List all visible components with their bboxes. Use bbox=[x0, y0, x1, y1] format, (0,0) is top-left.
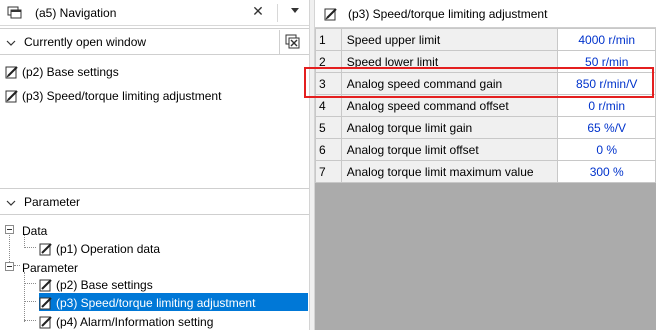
chevron-down-icon bbox=[6, 200, 16, 206]
parameter-name: Analog speed command offset bbox=[340, 94, 559, 117]
parameter-value-cell[interactable]: 0 % bbox=[557, 138, 656, 161]
pencil-page-icon bbox=[324, 7, 338, 21]
table-row: 4 Analog speed command offset 0 r/min bbox=[315, 94, 656, 117]
parameter-value-cell[interactable]: 65 %/V bbox=[557, 116, 656, 139]
chevron-down-icon[interactable] bbox=[291, 8, 299, 13]
tree-node-parameter[interactable]: Parameter bbox=[22, 258, 78, 276]
parameter-section-label: Parameter bbox=[24, 195, 81, 209]
row-number: 2 bbox=[315, 50, 342, 73]
pencil-page-icon bbox=[39, 296, 53, 310]
row-number: 5 bbox=[315, 116, 342, 139]
pencil-page-icon bbox=[39, 315, 53, 329]
parameter-value-cell[interactable]: 300 % bbox=[557, 160, 656, 183]
tree-item-p2-base-settings[interactable]: (p2) Base settings bbox=[39, 275, 155, 293]
tree-item-p3-speed-torque-limiting[interactable]: (p3) Speed/torque limiting adjustment bbox=[39, 293, 308, 311]
open-window-section-header[interactable]: Currently open window bbox=[0, 28, 309, 55]
open-window-item-p2[interactable]: (p2) Base settings bbox=[5, 64, 119, 82]
tree-item-label: (p4) Alarm/Information setting bbox=[56, 314, 214, 329]
parameter-value-cell[interactable]: 50 r/min bbox=[557, 50, 656, 73]
row-number: 1 bbox=[315, 28, 342, 51]
parameter-section-header[interactable]: Parameter bbox=[0, 188, 309, 215]
tree-item-p1-operation-data[interactable]: (p1) Operation data bbox=[39, 239, 162, 257]
tree-item-label: (p1) Operation data bbox=[56, 241, 161, 256]
chevron-down-icon bbox=[6, 40, 16, 46]
parameter-table: 1 Speed upper limit 4000 r/min 2 Speed l… bbox=[315, 28, 656, 183]
open-window-item-p3[interactable]: (p3) Speed/torque limiting adjustment bbox=[5, 88, 221, 106]
parameter-value-cell[interactable]: 0 r/min bbox=[557, 94, 656, 117]
tree-connector bbox=[24, 247, 36, 248]
close-icon[interactable]: ✕ bbox=[251, 3, 265, 20]
table-row: 7 Analog torque limit maximum value 300 … bbox=[315, 160, 656, 183]
parameter-name: Speed lower limit bbox=[340, 50, 559, 73]
parameter-value-cell[interactable]: 4000 r/min bbox=[557, 28, 656, 51]
tree-node-label: Parameter bbox=[22, 260, 79, 275]
table-row: 3 Analog speed command gain 850 r/min/V bbox=[315, 72, 656, 95]
open-window-item-label: (p2) Base settings bbox=[22, 64, 119, 79]
pencil-page-icon bbox=[5, 89, 19, 103]
navigation-pane: (a5) Navigation ✕ Currently open window … bbox=[0, 0, 309, 330]
pencil-page-icon bbox=[39, 242, 53, 256]
pencil-page-icon bbox=[39, 278, 53, 292]
parameter-name: Analog torque limit maximum value bbox=[340, 160, 559, 183]
navigation-window-icon bbox=[7, 6, 23, 23]
parameter-value-cell[interactable]: 850 r/min/V bbox=[557, 72, 656, 95]
table-row: 1 Speed upper limit 4000 r/min bbox=[315, 28, 656, 51]
tree-connector bbox=[24, 283, 36, 284]
row-number: 6 bbox=[315, 138, 342, 161]
tree-connector bbox=[24, 272, 25, 322]
parameter-name: Analog speed command gain bbox=[340, 72, 559, 95]
row-number: 7 bbox=[315, 160, 342, 183]
parameter-tree: Data (p1) Operation data Parameter (p2) … bbox=[0, 216, 309, 330]
table-row: 2 Speed lower limit 50 r/min bbox=[315, 50, 656, 73]
tree-node-label: Data bbox=[22, 223, 48, 238]
tree-connector bbox=[14, 265, 20, 266]
close-all-windows-button[interactable] bbox=[279, 30, 305, 54]
tree-item-label: (p2) Base settings bbox=[56, 277, 153, 292]
tree-connector bbox=[24, 320, 36, 321]
parameter-name: Speed upper limit bbox=[340, 28, 559, 51]
collapse-parameter-toggle[interactable] bbox=[5, 262, 14, 271]
pencil-page-icon bbox=[5, 65, 19, 79]
row-number: 3 bbox=[315, 72, 342, 95]
parameter-window-title: (p3) Speed/torque limiting adjustment bbox=[348, 7, 548, 21]
parameter-window: (p3) Speed/torque limiting adjustment 1 … bbox=[315, 0, 656, 330]
table-row: 5 Analog torque limit gain 65 %/V bbox=[315, 116, 656, 139]
table-row: 6 Analog torque limit offset 0 % bbox=[315, 138, 656, 161]
tree-item-label: (p3) Speed/torque limiting adjustment bbox=[56, 295, 256, 310]
parameter-name: Analog torque limit offset bbox=[340, 138, 559, 161]
parameter-name: Analog torque limit gain bbox=[340, 116, 559, 139]
tree-node-data[interactable]: Data bbox=[22, 221, 47, 239]
tree-item-p4-alarm-information[interactable]: (p4) Alarm/Information setting bbox=[39, 312, 215, 330]
parameter-window-titlebar: (p3) Speed/torque limiting adjustment bbox=[315, 0, 656, 28]
navigation-titlebar: (a5) Navigation ✕ bbox=[0, 0, 309, 26]
tree-connector bbox=[24, 301, 36, 302]
close-all-windows-icon bbox=[285, 34, 300, 49]
collapse-data-toggle[interactable] bbox=[5, 225, 14, 234]
open-window-item-label: (p3) Speed/torque limiting adjustment bbox=[22, 88, 222, 103]
row-number: 4 bbox=[315, 94, 342, 117]
titlebar-divider bbox=[277, 4, 278, 22]
open-window-section-label: Currently open window bbox=[24, 35, 147, 49]
navigation-title: (a5) Navigation bbox=[35, 6, 117, 20]
